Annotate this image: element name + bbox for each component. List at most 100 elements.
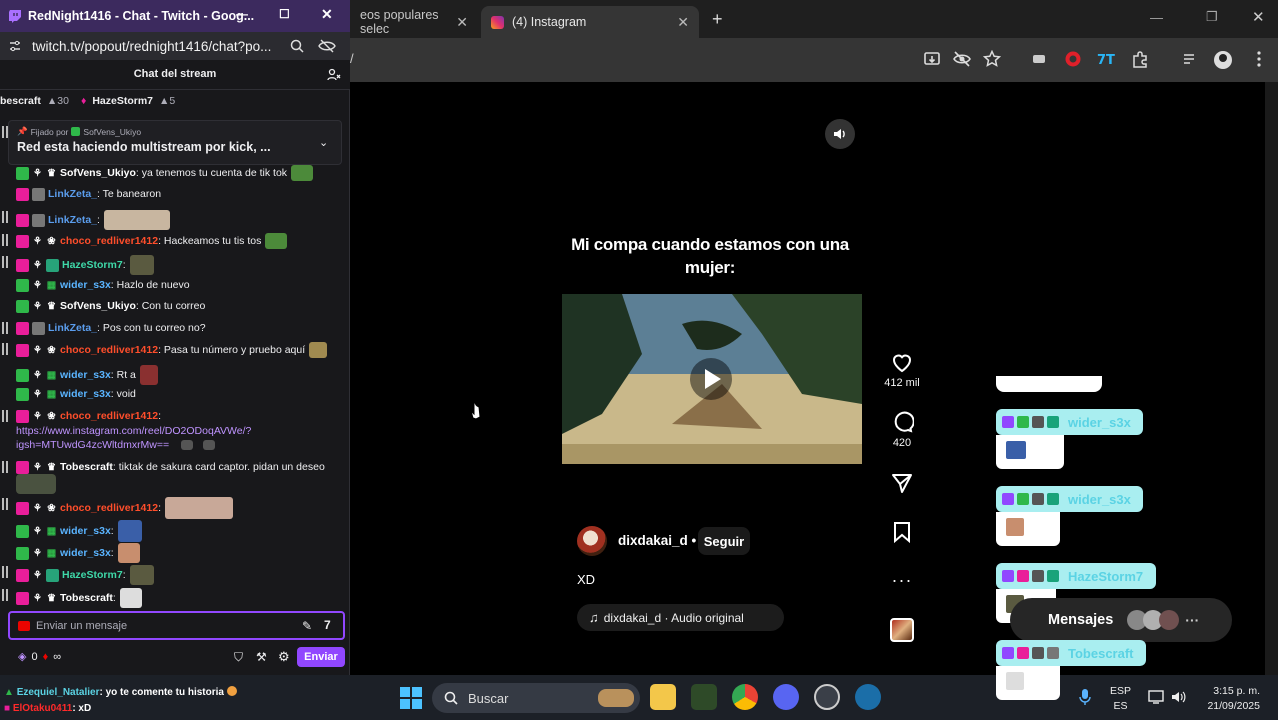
tab-label: (4) Instagram	[512, 15, 587, 29]
volume-icon[interactable]	[1170, 689, 1188, 705]
browser-menu-icon[interactable]	[1250, 50, 1270, 70]
search-highlight-image	[598, 689, 634, 707]
new-tab-icon[interactable]: +	[712, 9, 723, 30]
overlay-name-pill: HazeStorm7	[996, 563, 1156, 589]
obs-icon[interactable]	[814, 684, 840, 710]
address-fragment[interactable]: /	[350, 51, 354, 66]
badge	[46, 258, 59, 272]
badge: ❀	[47, 344, 56, 356]
emote-picker-icon[interactable]: ✎	[302, 619, 312, 633]
chrome-icon[interactable]	[732, 684, 758, 710]
chat-message[interactable]: ⚘ ▦ wider_s3x:	[16, 543, 140, 563]
taskbar-search[interactable]: Buscar	[432, 683, 640, 713]
extension-7tv-icon[interactable]: 7T	[1097, 50, 1117, 70]
close-tab-icon[interactable]: ✕	[677, 14, 689, 31]
zoom-icon[interactable]	[290, 39, 304, 53]
input-language[interactable]: ESP ES	[1110, 684, 1131, 714]
microphone-icon[interactable]	[1078, 688, 1092, 706]
follow-button[interactable]: Seguir	[698, 527, 750, 555]
emote-image	[117, 520, 142, 542]
instagram-messages-button[interactable]: Mensajes ···	[1010, 598, 1232, 642]
users-icon[interactable]	[327, 68, 341, 82]
overlay-message-box	[996, 376, 1102, 392]
audio-attribution[interactable]: ♫ dixdakai_d · Audio original	[577, 604, 784, 631]
share-action[interactable]	[880, 471, 924, 495]
chat-message[interactable]: ⚘ ❀ choco_redliver1412: Pasa tu número y …	[16, 342, 328, 358]
chat-message[interactable]: LinkZeta_: Te banearon	[16, 187, 161, 201]
shield-icon[interactable]: ⛉	[234, 650, 243, 665]
reel-overlay-caption: Mi compa cuando estamos con una mujer:	[571, 235, 849, 277]
play-button[interactable]	[690, 358, 732, 400]
restore-icon[interactable]: ❐	[1206, 9, 1218, 25]
bookmark-star-icon[interactable]	[983, 50, 1003, 70]
gear-icon[interactable]: ⚙	[278, 649, 290, 665]
mod-tools-icon[interactable]: ⚒	[256, 650, 267, 664]
chat-message[interactable]: LinkZeta_:	[16, 210, 170, 230]
chat-message[interactable]: ⚘ ♛ Tobescraft: tiktak de sakura card cap…	[16, 460, 325, 474]
chat-message[interactable]: LinkZeta_: Pos con tu correo no?	[16, 321, 206, 335]
popout-address-bar[interactable]: twitch.tv/popout/rednight1416/chat?po...	[0, 32, 350, 60]
chevron-down-icon[interactable]: ⌄	[319, 136, 328, 149]
search-icon	[444, 691, 458, 705]
audio-thumbnail[interactable]	[890, 618, 914, 642]
7tv-icon[interactable]: 7	[324, 618, 331, 632]
tab-instagram[interactable]: (4) Instagram ✕	[481, 6, 699, 38]
close-tab-icon[interactable]: ✕	[456, 14, 468, 31]
media-playlist-icon[interactable]	[1181, 50, 1201, 70]
author-username[interactable]: dixdakai_d •	[618, 533, 696, 548]
minecraft-launcher-icon[interactable]	[691, 684, 717, 710]
like-action[interactable]: 412 mil	[880, 350, 924, 389]
chat-input[interactable]: Enviar un mensaje ✎ 7	[8, 611, 345, 640]
chat-message[interactable]: ⚘ ▦ wider_s3x: Rt a	[16, 365, 158, 385]
channel-points[interactable]: ◈ 0 ♦ ∞	[18, 650, 61, 664]
chat-message[interactable]: ⚘ HazeStorm7:	[16, 255, 154, 275]
minimize-icon[interactable]: —	[236, 7, 248, 21]
chat-message[interactable]: ⚘ ▦ wider_s3x:	[16, 520, 142, 542]
discord-icon[interactable]	[773, 684, 799, 710]
chat-message[interactable]: ⚘ ❀ choco_redliver1412:	[16, 497, 233, 519]
instagram-link[interactable]: https://www.instagram.com/reel/DO2ODoqAV…	[16, 424, 251, 438]
badge: ⚘	[33, 461, 42, 473]
chat-username: Tobescraft	[60, 592, 113, 604]
popout-title-bar[interactable]: RedNight1416 - Chat - Twitch - Goog... —…	[0, 0, 350, 32]
system-clock[interactable]: 3:15 p. m. 21/09/2025	[1200, 684, 1260, 714]
pinned-message[interactable]: 📌 Fijado por SofVens_Ukiyo Red esta haci…	[8, 120, 342, 165]
more-options-icon[interactable]: ···	[880, 570, 924, 591]
windows-start-icon[interactable]	[400, 687, 422, 709]
profile-avatar-icon[interactable]	[1213, 50, 1233, 70]
chat-message[interactable]: ⚘ ♛ SofVens_Ukiyo: Con tu correo	[16, 299, 205, 313]
save-action[interactable]	[880, 520, 924, 544]
tab-popular-videos[interactable]: eos populares selec ✕	[350, 6, 478, 38]
chat-message[interactable]: ⚘ HazeStorm7:	[16, 565, 154, 585]
chat-leaderboard[interactable]: bescraft ▲30 ♦ HazeStorm7 ▲5	[0, 91, 350, 111]
chat-message[interactable]: ⚘ ▦ wider_s3x: void	[16, 387, 136, 401]
chat-message[interactable]: ⚘ ♛ Tobescraft:	[16, 588, 142, 608]
badge	[16, 409, 29, 423]
extensions-puzzle-icon[interactable]	[1131, 50, 1151, 70]
chat-message[interactable]: ⚘ ❀ choco_redliver1412: Hackeamos tu tis …	[16, 233, 288, 249]
emote-image	[129, 565, 154, 585]
close-icon[interactable]: ✕	[321, 6, 333, 23]
file-explorer-icon[interactable]	[650, 684, 676, 710]
site-info-icon[interactable]	[8, 39, 22, 53]
minimize-icon[interactable]: —	[1150, 10, 1163, 25]
steam-icon[interactable]	[855, 684, 881, 710]
audio-toggle-button[interactable]	[825, 119, 855, 149]
extension-opera-icon[interactable]	[1064, 50, 1084, 70]
chat-message[interactable]: ⚘ ❀ choco_redliver1412:	[16, 409, 161, 423]
install-app-icon[interactable]	[923, 50, 943, 70]
page-scrollbar[interactable]	[1265, 82, 1278, 675]
maximize-icon[interactable]: ☐	[279, 7, 290, 21]
message-hover-rail	[2, 343, 8, 355]
chat-message[interactable]: ⚘ ♛ SofVens_Ukiyo: ya tenemos tu cuenta d…	[16, 165, 314, 181]
chat-message[interactable]: ⚘ ▦ wider_s3x: Hazlo de nuevo	[16, 278, 190, 292]
instagram-link-continued[interactable]: igsh=MTUwdG4zcWltdmxrMw==	[16, 438, 216, 452]
author-avatar[interactable]	[577, 526, 607, 556]
extension-ext1-icon[interactable]	[1030, 50, 1050, 70]
tracking-eye-icon[interactable]	[318, 38, 336, 54]
network-icon[interactable]	[1148, 689, 1166, 705]
comment-action[interactable]: 420	[880, 410, 924, 449]
tracking-eye-icon[interactable]	[953, 50, 973, 70]
send-button[interactable]: Enviar	[297, 647, 345, 667]
close-window-icon[interactable]: ✕	[1252, 8, 1265, 26]
